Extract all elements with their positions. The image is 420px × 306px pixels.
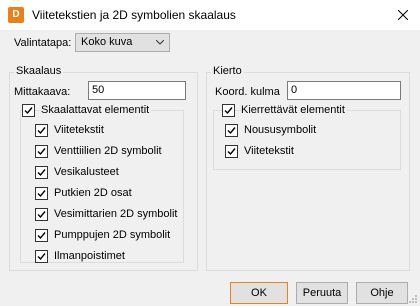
scale-item-label: Pumppujen 2D symbolit — [54, 229, 171, 241]
checkmark-icon — [37, 148, 46, 156]
close-button[interactable] — [390, 2, 416, 28]
checkbox-box — [35, 208, 48, 221]
checkbox-box — [222, 104, 235, 117]
checkbox-box — [35, 145, 48, 158]
chevron-down-icon — [156, 40, 164, 45]
rotation-group-title: Kierto — [211, 65, 244, 77]
checkmark-icon — [224, 107, 233, 115]
angle-input[interactable]: 0 — [287, 81, 401, 100]
scale-item-label: Viitetekstit — [54, 124, 104, 136]
scale-value: 50 — [92, 84, 105, 96]
checkmark-icon — [37, 169, 46, 177]
window-title: Viitetekstien ja 2D symbolien skaalaus — [32, 8, 236, 22]
checkbox-box — [35, 229, 48, 242]
checkbox-box — [35, 166, 48, 179]
scale-item-label: Ilmanpoistimet — [54, 250, 125, 262]
checkbox-box — [22, 104, 35, 117]
rotate-item-label: Noususymbolit — [244, 124, 317, 136]
checkmark-icon — [37, 232, 46, 240]
scale-item-label: Venttiilien 2D symbolit — [54, 145, 162, 157]
selection-mode-label: Valintatapa: — [14, 37, 72, 49]
scale-label: Mittakaava: — [14, 86, 71, 98]
checkbox-box — [35, 250, 48, 263]
ok-button[interactable]: OK — [230, 282, 288, 304]
checkbox-box — [35, 187, 48, 200]
close-icon — [398, 10, 408, 20]
cancel-button[interactable]: Peruuta — [296, 282, 348, 304]
scaling-group-title: Skaalaus — [14, 65, 64, 77]
checkmark-icon — [227, 127, 236, 135]
rotated-elements-group — [213, 110, 401, 170]
help-button[interactable]: Ohje — [356, 282, 408, 304]
resize-grip-icon[interactable] — [408, 294, 418, 304]
title-bar: D Viitetekstien ja 2D symbolien skaalaus — [0, 0, 420, 30]
rotate-item-label: Viitetekstit — [244, 145, 294, 157]
selection-mode-value: Koko kuva — [81, 36, 133, 48]
checkmark-icon — [37, 211, 46, 219]
scale-item-label: Putkien 2D osat — [54, 187, 132, 199]
checkbox-box — [225, 124, 238, 137]
selection-mode-dropdown[interactable]: Koko kuva — [75, 33, 170, 52]
scale-input[interactable]: 50 — [88, 81, 186, 100]
scale-item-label: Vesimittarien 2D symbolit — [54, 208, 178, 220]
scale-item-label: Vesikalusteet — [54, 166, 119, 178]
rotation-group — [206, 72, 410, 271]
checkbox-box — [225, 145, 238, 158]
rotated-elements-label: Kierrettävät elementit — [241, 104, 347, 116]
checkmark-icon — [37, 127, 46, 135]
checkmark-icon — [37, 253, 46, 261]
checkmark-icon — [24, 107, 33, 115]
checkbox-box — [35, 124, 48, 137]
angle-label: Koord. kulma — [215, 86, 280, 98]
checkmark-icon — [227, 148, 236, 156]
angle-value: 0 — [291, 84, 298, 96]
scaled-elements-label: Skaalattavat elementit — [41, 104, 152, 116]
checkmark-icon — [37, 190, 46, 198]
app-icon: D — [8, 7, 24, 23]
